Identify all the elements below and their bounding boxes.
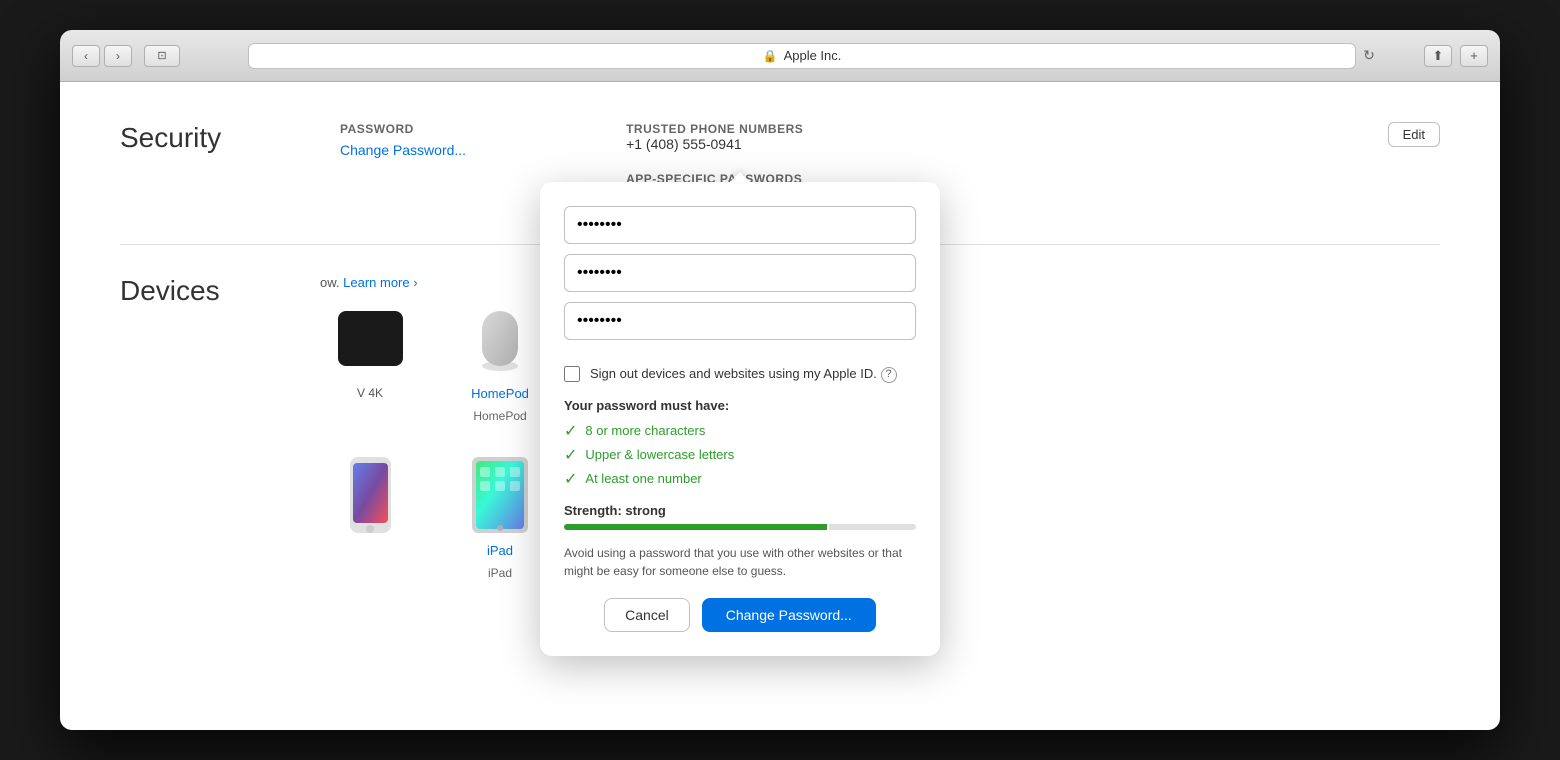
strength-bar bbox=[564, 524, 916, 530]
new-password-field[interactable] bbox=[564, 254, 916, 292]
cancel-button[interactable]: Cancel bbox=[604, 598, 690, 632]
help-icon[interactable]: ? bbox=[881, 367, 897, 383]
address-text: Apple Inc. bbox=[784, 48, 842, 63]
req-text-2: Upper & lowercase letters bbox=[585, 447, 734, 462]
modal-buttons: Cancel Change Password... bbox=[564, 598, 916, 632]
refresh-button[interactable]: ↻ bbox=[1358, 45, 1380, 67]
req-number: ✓ At least one number bbox=[564, 469, 916, 489]
sign-out-label: Sign out devices and websites using my A… bbox=[590, 366, 877, 381]
browser-content: Edit Security PASSWORD Change Password..… bbox=[60, 82, 1500, 730]
req-check-1: ✓ bbox=[564, 421, 577, 441]
title-bar: ‹ › ⊡ 🔒 Apple Inc. ↻ ⬆ + bbox=[60, 30, 1500, 82]
requirements-title: Your password must have: bbox=[564, 398, 916, 413]
back-button[interactable]: ‹ bbox=[72, 45, 100, 67]
sidebar-button[interactable]: ⊡ bbox=[144, 45, 180, 67]
strength-section: Strength: strong bbox=[564, 503, 916, 530]
share-button[interactable]: ⬆ bbox=[1424, 45, 1452, 67]
lock-icon: 🔒 bbox=[763, 49, 778, 63]
req-check-2: ✓ bbox=[564, 445, 577, 465]
strength-fill bbox=[564, 524, 827, 530]
sign-out-row: Sign out devices and websites using my A… bbox=[564, 364, 916, 384]
modal-overlay: Sign out devices and websites using my A… bbox=[60, 82, 1500, 730]
sign-out-checkbox[interactable] bbox=[564, 366, 580, 382]
req-text-3: At least one number bbox=[585, 471, 701, 486]
current-password-field[interactable] bbox=[564, 206, 916, 244]
nav-buttons: ‹ › bbox=[72, 45, 132, 67]
mac-window: ‹ › ⊡ 🔒 Apple Inc. ↻ ⬆ + Edit Security P… bbox=[60, 30, 1500, 730]
avoid-text: Avoid using a password that you use with… bbox=[564, 544, 916, 580]
req-case: ✓ Upper & lowercase letters bbox=[564, 445, 916, 465]
confirm-password-field[interactable] bbox=[564, 302, 916, 340]
sign-out-text: Sign out devices and websites using my A… bbox=[590, 364, 897, 384]
req-characters: ✓ 8 or more characters bbox=[564, 421, 916, 441]
requirements-section: Your password must have: ✓ 8 or more cha… bbox=[564, 398, 916, 489]
req-text-1: 8 or more characters bbox=[585, 423, 705, 438]
toolbar-right: ⬆ + bbox=[1424, 45, 1488, 67]
strength-empty bbox=[829, 524, 917, 530]
req-check-3: ✓ bbox=[564, 469, 577, 489]
add-tab-button[interactable]: + bbox=[1460, 45, 1488, 67]
change-password-button[interactable]: Change Password... bbox=[702, 598, 876, 632]
strength-label: Strength: strong bbox=[564, 503, 916, 518]
forward-button[interactable]: › bbox=[104, 45, 132, 67]
address-bar[interactable]: 🔒 Apple Inc. bbox=[248, 43, 1356, 69]
change-password-modal: Sign out devices and websites using my A… bbox=[540, 182, 940, 656]
